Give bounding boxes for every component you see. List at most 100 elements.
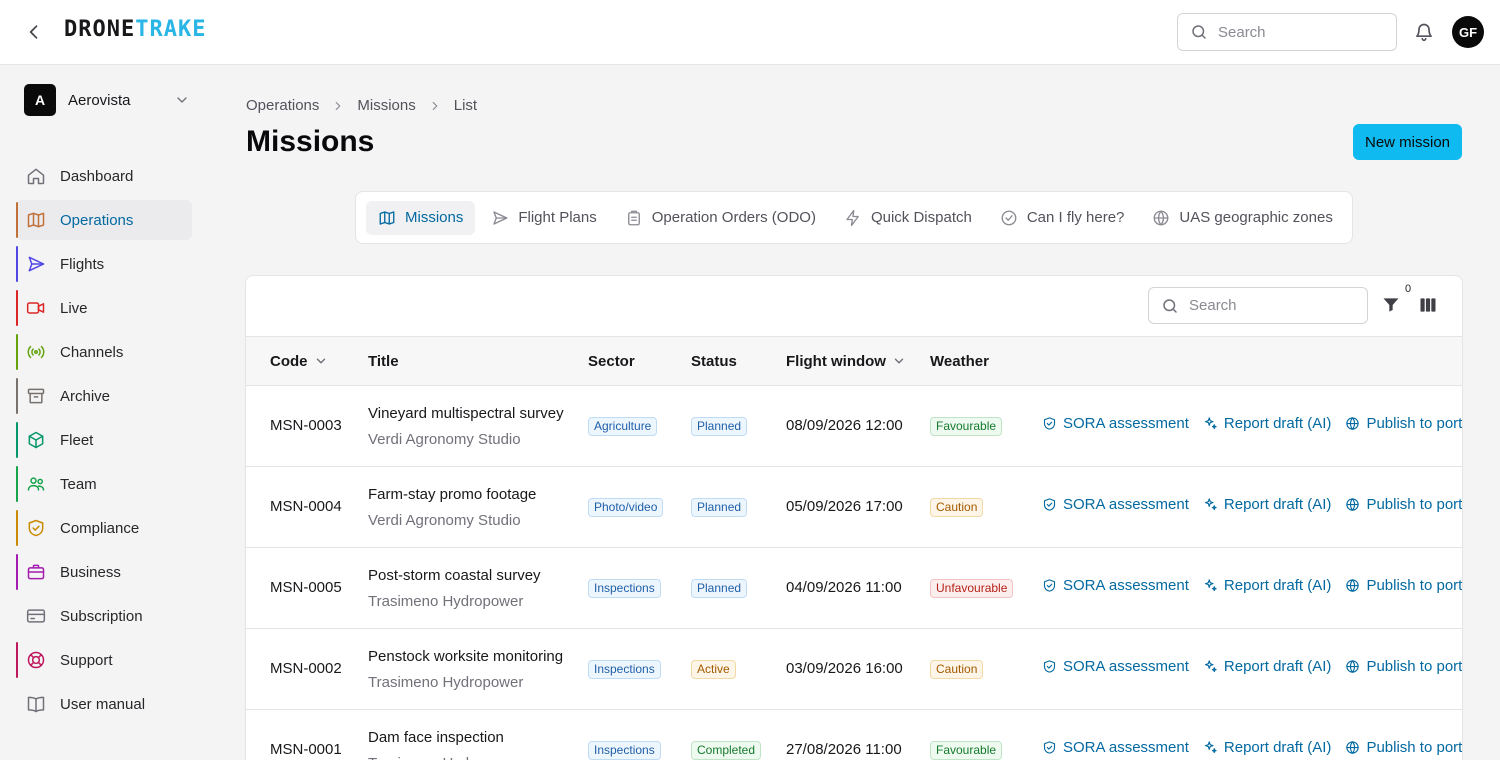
table-search-input[interactable]	[1189, 297, 1339, 314]
sidebar-item-icon	[26, 342, 46, 362]
sidebar-item-dashboard[interactable]: Dashboard	[16, 156, 192, 196]
sidebar-item-operations[interactable]: Operations	[16, 200, 192, 240]
table-row[interactable]: MSN-0002 Penstock worksite monitoring Tras…	[246, 629, 1462, 710]
action-label: Report draft (AI)	[1223, 577, 1332, 594]
mission-client: Trasimeno Hydropower	[368, 593, 524, 610]
top-bar: DRONETRAKE GF	[0, 0, 1500, 65]
row-actions: SORA assessment Report draft (AI) Publish …	[1042, 658, 1462, 675]
new-mission-button[interactable]: New mission	[1353, 124, 1462, 160]
breadcrumb-item[interactable]: Missions	[357, 97, 415, 114]
sidebar-item-fleet[interactable]: Fleet	[16, 420, 192, 460]
mission-client: Verdi Agronomy Studio	[368, 512, 521, 529]
sidebar-item-support[interactable]: Support	[16, 640, 192, 680]
sector-badge: Photo/video	[588, 498, 664, 517]
column-header-flight-window[interactable]: Flight window	[786, 337, 906, 385]
user-avatar[interactable]: GF	[1452, 16, 1484, 48]
tab-label: Flight Plans	[518, 209, 597, 226]
tab-label: Can I fly here?	[1026, 209, 1125, 226]
sidebar-item-icon	[26, 166, 46, 186]
sparkles-icon	[1204, 741, 1217, 754]
chevron-left-icon	[29, 25, 38, 39]
sora-assessment-link[interactable]: SORA assessment	[1042, 739, 1189, 756]
action-label: Publish to portfolio	[1366, 496, 1463, 513]
sidebar-item-compliance[interactable]: Compliance	[16, 508, 192, 548]
sidebar-item-user-manual[interactable]: User manual	[16, 684, 192, 724]
mission-client: Trasimeno Hydropower	[368, 674, 524, 691]
check-circle-icon	[1001, 210, 1017, 225]
publish-portfolio-link[interactable]: Publish to portfolio	[1345, 739, 1462, 756]
column-label: Sector	[588, 352, 635, 370]
sidebar-item-icon	[26, 694, 46, 714]
sora-assessment-link[interactable]: SORA assessment	[1042, 658, 1189, 675]
global-search[interactable]	[1177, 13, 1397, 51]
tab-missions[interactable]: Missions	[366, 200, 476, 235]
weather-badge: Unfavourable	[930, 579, 1014, 598]
report-draft-link[interactable]: Report draft (AI)	[1203, 496, 1331, 513]
tab-quick-dispatch[interactable]: Quick Dispatch	[832, 201, 984, 235]
column-header-code[interactable]: Code	[270, 337, 328, 385]
publish-portfolio-link[interactable]: Publish to portfolio	[1345, 577, 1462, 594]
sidebar-item-label: Archive	[60, 387, 111, 405]
sidebar-item-accent	[16, 466, 18, 502]
action-label: SORA assessment	[1063, 739, 1189, 756]
sparkles-icon	[1204, 417, 1217, 430]
filter-button[interactable]	[1380, 294, 1402, 316]
report-draft-link[interactable]: Report draft (AI)	[1203, 739, 1331, 756]
row-actions: SORA assessment Report draft (AI) Publish …	[1042, 415, 1462, 432]
sector-badge: Inspections	[588, 579, 661, 598]
mission-title[interactable]: Farm-stay promo footage	[368, 486, 536, 503]
table-row[interactable]: MSN-0005 Post-storm coastal survey Trasime…	[246, 548, 1462, 629]
publish-portfolio-link[interactable]: Publish to portfolio	[1345, 496, 1463, 513]
users-icon	[27, 477, 45, 491]
sidebar: A Aerovista Dashboard Operations Flights Li…	[0, 65, 210, 760]
sort-icon	[894, 358, 904, 364]
sidebar-item-subscription[interactable]: Subscription	[16, 596, 192, 636]
mission-client: Verdi Agronomy Studio	[368, 431, 521, 448]
report-draft-link[interactable]: Report draft (AI)	[1203, 577, 1332, 594]
sidebar-item-flights[interactable]: Flights	[16, 244, 192, 284]
table-row[interactable]: MSN-0001 Dam face inspection Trasimeno Hyd…	[246, 710, 1462, 760]
sidebar-item-label: Business	[60, 563, 121, 581]
table-row[interactable]: MSN-0004 Farm-stay promo footage Verdi Agr…	[246, 467, 1463, 548]
mission-title[interactable]: Penstock worksite monitoring	[368, 648, 563, 665]
search-icon	[1163, 298, 1177, 313]
report-draft-link[interactable]: Report draft (AI)	[1203, 415, 1331, 432]
column-label: Title	[368, 352, 399, 370]
sora-assessment-link[interactable]: SORA assessment	[1042, 577, 1189, 594]
table-search[interactable]	[1148, 287, 1368, 324]
tab-can-i-fly-here[interactable]: Can I fly here?	[988, 201, 1137, 235]
send-icon	[493, 210, 508, 225]
sidebar-item-team[interactable]: Team	[16, 464, 192, 504]
sora-assessment-link[interactable]: SORA assessment	[1042, 496, 1189, 513]
report-draft-link[interactable]: Report draft (AI)	[1203, 658, 1331, 675]
sidebar-item-accent	[16, 290, 18, 326]
tab-operation-orders-odo[interactable]: Operation Orders (ODO)	[613, 201, 828, 235]
global-search-input[interactable]	[1218, 23, 1368, 41]
sidebar-item-live[interactable]: Live	[16, 288, 192, 328]
mission-title[interactable]: Dam face inspection	[368, 729, 504, 746]
sidebar-item-business[interactable]: Business	[16, 552, 192, 592]
publish-portfolio-link[interactable]: Publish to portfolio	[1345, 415, 1462, 432]
columns-button[interactable]	[1417, 294, 1439, 316]
mission-title[interactable]: Post-storm coastal survey	[368, 567, 541, 584]
breadcrumb-item[interactable]: Operations	[246, 97, 319, 114]
weather-badge: Caution	[930, 498, 984, 517]
sidebar-item-archive[interactable]: Archive	[16, 376, 192, 416]
sector-badge: Inspections	[588, 660, 661, 679]
app-logo[interactable]: DRONETRAKE	[64, 17, 206, 42]
back-button[interactable]	[22, 20, 46, 44]
table-row[interactable]: MSN-0003 Vineyard multispectral survey Ver…	[246, 386, 1462, 467]
tab-flight-plans[interactable]: Flight Plans	[479, 201, 608, 235]
mission-title[interactable]: Vineyard multispectral survey	[368, 405, 564, 422]
sidebar-item-channels[interactable]: Channels	[16, 332, 192, 372]
org-switcher[interactable]: A Aerovista	[24, 84, 190, 116]
book-icon	[27, 696, 45, 713]
sidebar-item-label: Flights	[60, 255, 105, 273]
notifications-button[interactable]	[1412, 20, 1436, 44]
sidebar-item-label: Team	[60, 475, 97, 493]
tab-uas-geographic-zones[interactable]: UAS geographic zones	[1140, 201, 1344, 235]
column-label: Weather	[930, 352, 989, 370]
sora-assessment-link[interactable]: SORA assessment	[1042, 415, 1189, 432]
action-label: SORA assessment	[1063, 415, 1189, 432]
publish-portfolio-link[interactable]: Publish to portfolio	[1345, 658, 1462, 675]
